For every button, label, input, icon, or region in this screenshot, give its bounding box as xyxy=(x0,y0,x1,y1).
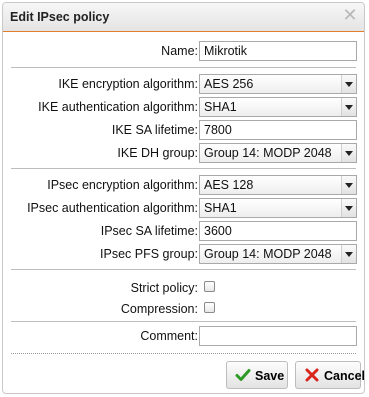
chevron-down-icon xyxy=(341,75,356,93)
strict-policy-checkbox[interactable] xyxy=(204,281,215,292)
compression-label: Compression: xyxy=(120,302,198,316)
ike-encryption-value: AES 256 xyxy=(204,77,254,91)
separator xyxy=(11,67,356,68)
dialog-title: Edit IPsec policy xyxy=(10,10,110,24)
close-icon[interactable]: ✕ xyxy=(342,6,358,24)
comment-input[interactable] xyxy=(199,326,357,346)
separator xyxy=(11,168,356,169)
strict-policy-label: Strict policy: xyxy=(130,281,198,295)
separator xyxy=(11,321,356,322)
ipsec-authentication-value: SHA1 xyxy=(204,201,237,215)
ipsec-authentication-label: IPsec authentication algorithm: xyxy=(27,201,198,215)
ipsec-sa-lifetime-input[interactable] xyxy=(199,221,357,241)
dialog-titlebar: Edit IPsec policy ✕ xyxy=(3,3,364,32)
ipsec-encryption-select[interactable]: AES 128 xyxy=(199,175,357,195)
chevron-down-icon xyxy=(341,245,356,263)
strict-policy-row: Strict policy: xyxy=(3,278,364,298)
ipsec-authentication-select[interactable]: SHA1 xyxy=(199,198,357,218)
ipsec-pfs-group-value: Group 14: MODP 2048 xyxy=(204,247,332,261)
separator xyxy=(11,269,356,270)
ipsec-authentication-row: IPsec authentication algorithm: SHA1 xyxy=(3,198,364,218)
ike-dh-group-label: IKE DH group: xyxy=(117,146,198,160)
ike-encryption-select[interactable]: AES 256 xyxy=(199,74,357,94)
ike-dh-group-value: Group 14: MODP 2048 xyxy=(204,146,332,160)
x-icon xyxy=(305,368,319,382)
save-button[interactable]: Save xyxy=(226,361,288,389)
ike-dh-group-select[interactable]: Group 14: MODP 2048 xyxy=(199,143,357,163)
ike-authentication-value: SHA1 xyxy=(204,100,237,114)
ipsec-sa-lifetime-label: IPsec SA lifetime: xyxy=(100,224,198,238)
ipsec-pfs-group-label: IPsec PFS group: xyxy=(100,247,198,261)
comment-label: Comment: xyxy=(140,329,198,343)
ike-authentication-select[interactable]: SHA1 xyxy=(199,97,357,117)
ike-sa-lifetime-row: IKE SA lifetime: xyxy=(3,120,364,140)
name-input[interactable] xyxy=(199,41,357,61)
ipsec-sa-lifetime-row: IPsec SA lifetime: xyxy=(3,221,364,241)
ipsec-pfs-group-row: IPsec PFS group: Group 14: MODP 2048 xyxy=(3,244,364,264)
chevron-down-icon xyxy=(341,144,356,162)
ike-sa-lifetime-input[interactable] xyxy=(199,120,357,140)
cancel-button[interactable]: Cancel xyxy=(295,361,364,389)
comment-row: Comment: xyxy=(3,326,364,346)
chevron-down-icon xyxy=(341,176,356,194)
chevron-down-icon xyxy=(341,199,356,217)
name-row: Name: xyxy=(3,41,364,61)
ike-dh-group-row: IKE DH group: Group 14: MODP 2048 xyxy=(3,143,364,163)
ike-authentication-row: IKE authentication algorithm: SHA1 xyxy=(3,97,364,117)
footer-separator xyxy=(11,353,356,354)
ipsec-encryption-row: IPsec encryption algorithm: AES 128 xyxy=(3,175,364,195)
ipsec-pfs-group-select[interactable]: Group 14: MODP 2048 xyxy=(199,244,357,264)
compression-row: Compression: xyxy=(3,299,364,319)
ipsec-policy-dialog: Edit IPsec policy ✕ Name: IKE encryption… xyxy=(2,2,365,394)
ipsec-encryption-value: AES 128 xyxy=(204,178,254,192)
ike-authentication-label: IKE authentication algorithm: xyxy=(38,100,198,114)
name-label: Name: xyxy=(161,44,198,58)
ike-sa-lifetime-label: IKE SA lifetime: xyxy=(111,123,198,137)
checkmark-icon xyxy=(235,369,251,381)
chevron-down-icon xyxy=(341,98,356,116)
ipsec-encryption-label: IPsec encryption algorithm: xyxy=(47,178,198,192)
cancel-label: Cancel xyxy=(324,369,365,383)
ike-encryption-label: IKE encryption algorithm: xyxy=(58,77,198,91)
ike-encryption-row: IKE encryption algorithm: AES 256 xyxy=(3,74,364,94)
save-label: Save xyxy=(255,369,285,383)
compression-checkbox[interactable] xyxy=(204,302,215,313)
